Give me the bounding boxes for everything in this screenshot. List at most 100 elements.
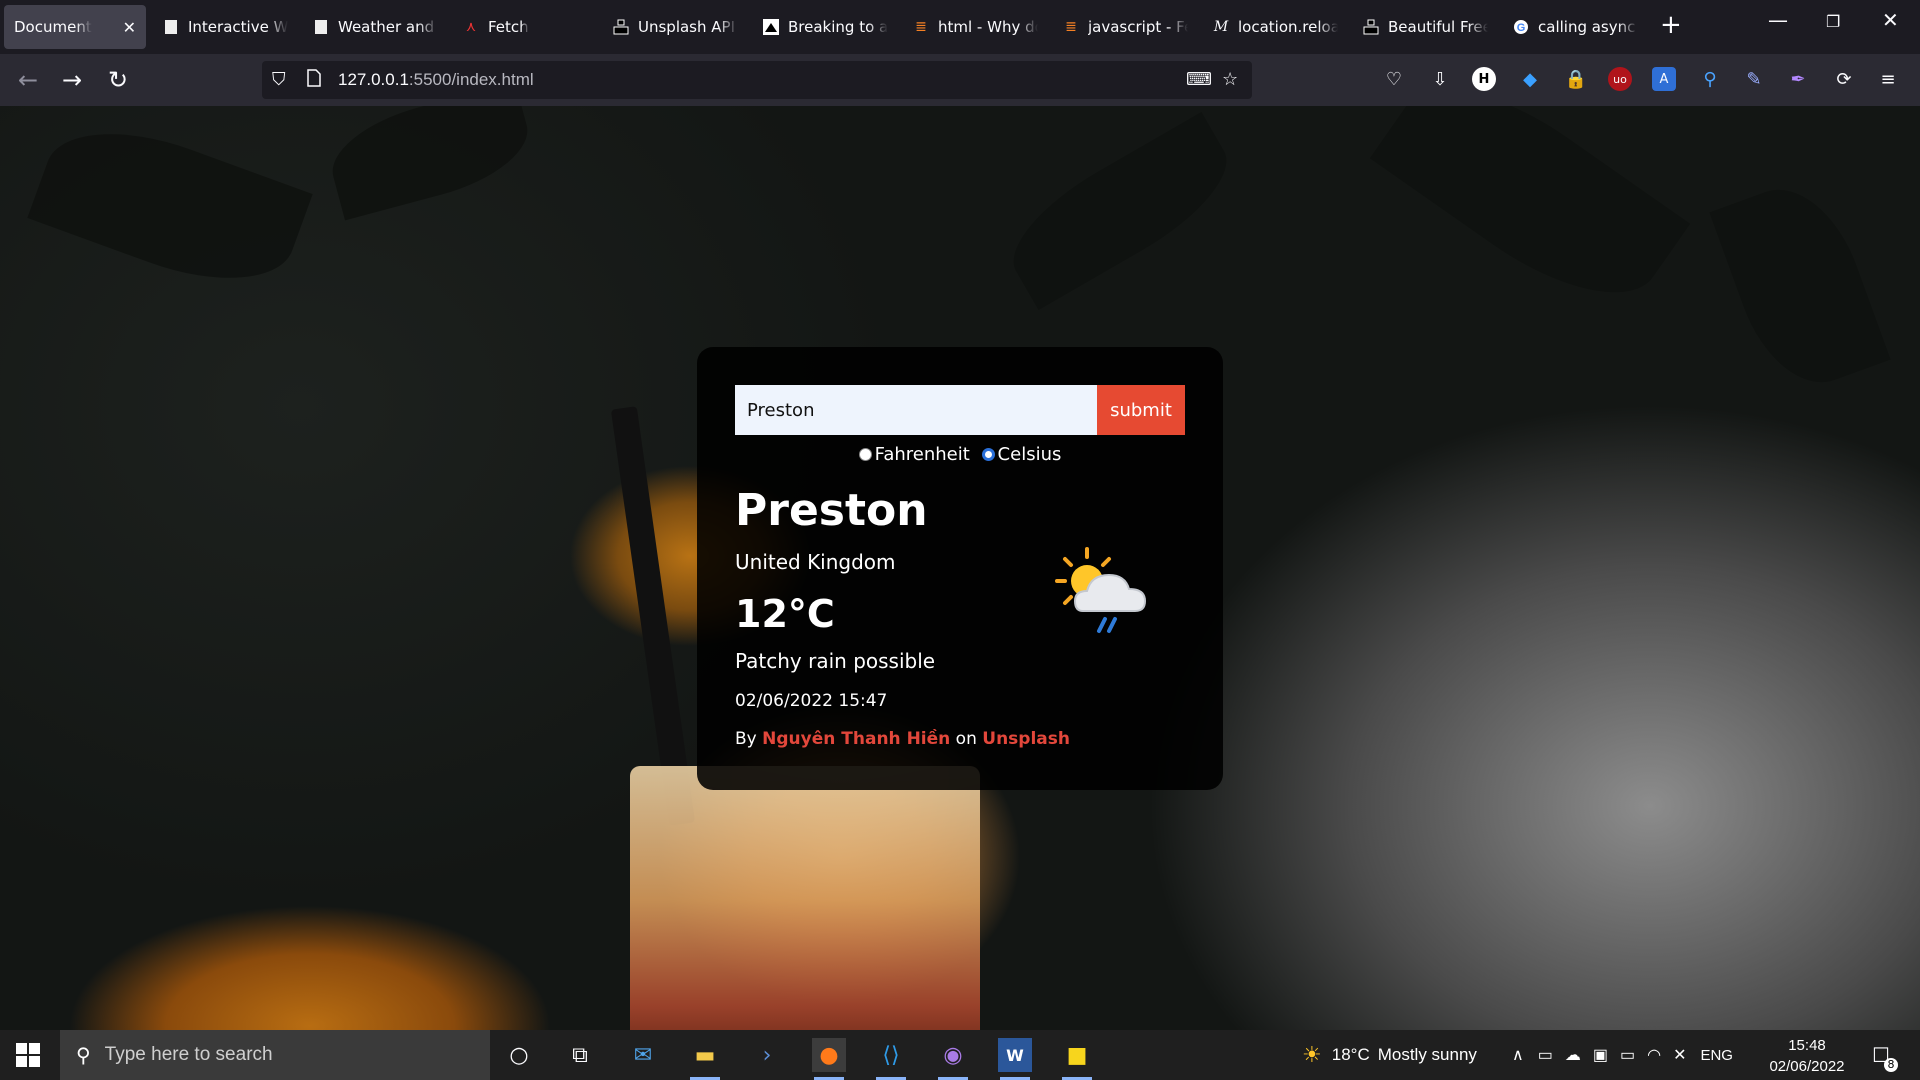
- volume-muted-icon[interactable]: ✕: [1673, 1045, 1686, 1065]
- temperature: 12°C: [735, 592, 835, 636]
- tab-weather[interactable]: Weather and G: [302, 5, 438, 49]
- fahrenheit-radio[interactable]: [858, 448, 872, 461]
- tab-location-reload[interactable]: M location.reload: [1202, 5, 1338, 49]
- task-view-icon[interactable]: ⧉: [563, 1038, 597, 1072]
- notifications-icon[interactable]: ☐ 8: [1864, 1038, 1898, 1072]
- cortana-icon[interactable]: ○: [502, 1038, 536, 1072]
- onedrive-icon[interactable]: ☁: [1565, 1045, 1581, 1065]
- fahrenheit-label[interactable]: Fahrenheit: [875, 444, 970, 465]
- battery-icon[interactable]: ▭: [1620, 1045, 1635, 1065]
- new-tab-icon[interactable]: +: [1660, 10, 1682, 40]
- tab-label: html - Why do: [938, 18, 1038, 36]
- back-icon[interactable]: ←: [18, 66, 38, 94]
- unsplash-icon: [612, 18, 630, 36]
- firefox-icon[interactable]: ●: [812, 1038, 846, 1080]
- language-indicator[interactable]: ENG: [1700, 1047, 1733, 1064]
- tab-label: location.reload: [1238, 18, 1338, 36]
- notification-count: 8: [1884, 1058, 1898, 1072]
- meet-now-icon[interactable]: ▭: [1538, 1045, 1553, 1065]
- display-icon[interactable]: ▣: [1593, 1045, 1608, 1065]
- tab-breaking[interactable]: Breaking to a r: [752, 5, 888, 49]
- tab-fetch[interactable]: ⋏ Fetch: [452, 5, 588, 49]
- ublock-icon[interactable]: uo: [1608, 67, 1632, 91]
- reload-icon[interactable]: ↻: [108, 66, 128, 94]
- pocket-icon[interactable]: ♡: [1382, 67, 1406, 91]
- taskbar-search[interactable]: ⚲ Type here to search: [60, 1030, 490, 1080]
- gem-extension-icon[interactable]: ◆: [1518, 67, 1542, 91]
- unsplash-link[interactable]: Unsplash: [982, 729, 1070, 749]
- close-window-icon[interactable]: ✕: [1882, 8, 1899, 32]
- url-host: 127.0.0.1: [338, 70, 409, 89]
- weather-text: Mostly sunny: [1377, 1045, 1477, 1064]
- tab-html-why[interactable]: ≣ html - Why do: [902, 5, 1038, 49]
- clock[interactable]: 15:48 02/06/2022: [1764, 1035, 1850, 1077]
- restore-icon[interactable]: ❐: [1826, 12, 1840, 31]
- translate-icon[interactable]: ⌨: [1186, 69, 1212, 90]
- page-info-icon[interactable]: [306, 69, 322, 92]
- lock-extension-icon[interactable]: 🔒: [1564, 67, 1588, 91]
- celsius-label[interactable]: Celsius: [998, 444, 1062, 465]
- weather-card: submit Fahrenheit Celsius Preston United…: [697, 347, 1223, 790]
- chevron-up-icon[interactable]: ∧: [1512, 1045, 1524, 1065]
- menu-icon[interactable]: ≡: [1876, 67, 1900, 91]
- photographer-link[interactable]: Nguyên Thanh Hiền: [762, 729, 950, 749]
- submit-button[interactable]: submit: [1097, 385, 1185, 435]
- address-bar[interactable]: ⛉ 127.0.0.1:5500/index.html ⌨ ☆: [262, 61, 1252, 99]
- fetch-icon: ⋏: [465, 19, 477, 35]
- bookmark-star-icon[interactable]: ☆: [1222, 69, 1238, 90]
- minimize-icon[interactable]: —: [1768, 8, 1788, 32]
- navigation-bar: ← → ↻ ⛉ 127.0.0.1:5500/index.html ⌨ ☆ ♡ …: [0, 54, 1920, 106]
- weather-temp: 18°C: [1331, 1045, 1370, 1064]
- celsius-radio[interactable]: [981, 448, 995, 461]
- search-form: submit: [735, 385, 1185, 435]
- wifi-icon[interactable]: ◠: [1647, 1045, 1661, 1065]
- url-text[interactable]: 127.0.0.1:5500/index.html: [338, 70, 534, 90]
- windows-start-icon[interactable]: [16, 1043, 40, 1067]
- vscode-icon[interactable]: ⟨⟩: [874, 1038, 908, 1080]
- photo-credit: By Nguyên Thanh Hiền on Unsplash: [735, 729, 1070, 749]
- svg-text:G: G: [1517, 22, 1526, 34]
- shield-icon[interactable]: ⛉: [272, 69, 286, 90]
- tab-label: Unsplash API D: [638, 18, 738, 36]
- straw-shape: [610, 406, 696, 826]
- downloads-icon[interactable]: ⇩: [1428, 67, 1452, 91]
- forward-icon[interactable]: →: [62, 66, 82, 94]
- sync-icon[interactable]: ⟳: [1832, 67, 1856, 91]
- close-tab-icon[interactable]: ✕: [123, 18, 136, 37]
- page-background: submit Fahrenheit Celsius Preston United…: [0, 106, 1920, 1030]
- tab-strip: Document ✕ Interactive We Weather and G …: [0, 0, 1920, 54]
- tab-label: javascript - Fet: [1088, 18, 1188, 36]
- url-path: :5500/index.html: [408, 70, 534, 89]
- credit-on: on: [955, 729, 977, 749]
- pen-extension-icon[interactable]: ✎: [1742, 67, 1766, 91]
- partly-cloudy-rain-icon: [1055, 547, 1147, 633]
- leaf-shape: [1709, 171, 1891, 401]
- city-name: Preston: [735, 485, 928, 536]
- tab-label: Breaking to a r: [788, 18, 888, 36]
- glass-shape: [630, 766, 980, 1030]
- google-icon: G: [1512, 18, 1530, 36]
- powershell-icon[interactable]: ›: [750, 1038, 784, 1072]
- weather-widget[interactable]: ☀ 18°C Mostly sunny: [1302, 1030, 1477, 1080]
- tab-interactive[interactable]: Interactive We: [152, 5, 288, 49]
- tab-calling-async[interactable]: G calling async fu: [1502, 5, 1638, 49]
- file-explorer-icon[interactable]: ▬: [688, 1038, 722, 1080]
- search-placeholder: Type here to search: [104, 1044, 273, 1065]
- leaf-shape: [1369, 106, 1691, 331]
- sun-icon: ☀: [1302, 1042, 1322, 1067]
- tab-unsplash-api[interactable]: Unsplash API D: [602, 5, 738, 49]
- tab-document[interactable]: Document ✕: [4, 5, 146, 49]
- feather-extension-icon[interactable]: ✒: [1786, 67, 1810, 91]
- clock-date: 02/06/2022: [1769, 1058, 1845, 1075]
- translate-extension-icon[interactable]: A: [1652, 67, 1676, 91]
- eyedropper-blue-icon[interactable]: ⚲: [1698, 67, 1722, 91]
- word-icon[interactable]: W: [998, 1038, 1032, 1080]
- h-extension-icon[interactable]: H: [1472, 67, 1496, 91]
- tab-label: Fetch: [488, 18, 529, 36]
- city-search-input[interactable]: [735, 385, 1097, 435]
- sticky-notes-icon[interactable]: ■: [1060, 1038, 1094, 1080]
- mail-icon[interactable]: ✉: [626, 1038, 660, 1072]
- github-desktop-icon[interactable]: ◉: [936, 1038, 970, 1080]
- tab-javascript-fetch[interactable]: ≣ javascript - Fet: [1052, 5, 1188, 49]
- tab-beautiful-free[interactable]: Beautiful Free: [1352, 5, 1488, 49]
